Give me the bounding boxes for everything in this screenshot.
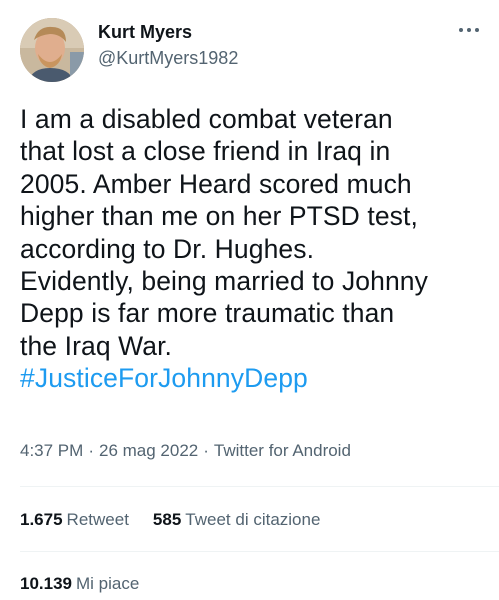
meta-separator: · [88, 441, 94, 460]
divider [20, 486, 499, 487]
meta-separator: · [203, 441, 209, 460]
avatar[interactable] [20, 18, 84, 82]
retweets-label: Retweet [66, 510, 129, 529]
quotes-label: Tweet di citazione [185, 510, 321, 529]
tweet-time[interactable]: 4:37 PM [20, 441, 83, 460]
divider [20, 551, 499, 552]
quotes-stat[interactable]: 585 Tweet di citazione [153, 510, 321, 530]
retweets-count: 1.675 [20, 510, 63, 529]
more-horizontal-icon[interactable] [455, 22, 483, 42]
hashtag-link[interactable]: #JusticeForJohnnyDepp [20, 363, 308, 393]
author-display-name[interactable]: Kurt Myers [98, 22, 192, 43]
tweet-text: I am a disabled combat veteran that lost… [20, 103, 485, 395]
engagement-stats-row: 1.675 Retweet 585 Tweet di citazione [20, 510, 320, 530]
likes-label: Mi piace [76, 574, 140, 593]
tweet-body: I am a disabled combat veteran that lost… [20, 104, 428, 361]
likes-stat[interactable]: 10.139 Mi piace [20, 574, 139, 594]
likes-stats-row: 10.139 Mi piace [20, 574, 139, 594]
tweet-metadata: 4:37 PM · 26 mag 2022 · Twitter for Android [20, 441, 351, 461]
author-handle[interactable]: @KurtMyers1982 [98, 48, 238, 69]
likes-count: 10.139 [20, 574, 72, 593]
quotes-count: 585 [152, 510, 182, 529]
tweet-source[interactable]: Twitter for Android [214, 441, 351, 460]
tweet-date[interactable]: 26 mag 2022 [99, 441, 198, 460]
profile-photo [20, 18, 84, 82]
retweets-stat[interactable]: 1.675 Retweet [20, 510, 129, 530]
tweet: Kurt Myers @KurtMyers1982 I am a disable… [0, 0, 499, 600]
